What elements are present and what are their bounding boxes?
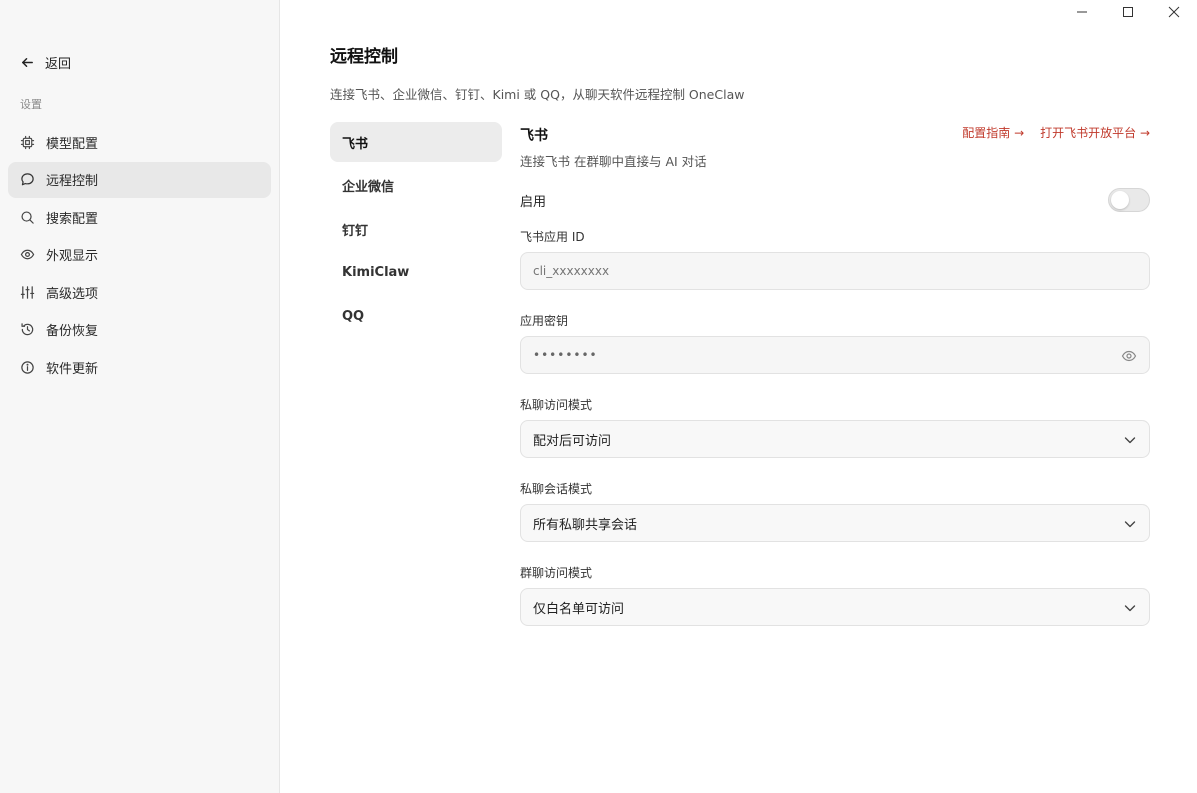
sidebar-item-software-update[interactable]: 软件更新 bbox=[8, 349, 271, 385]
platform-tab-feishu[interactable]: 飞书 bbox=[330, 122, 502, 162]
sidebar-item-advanced[interactable]: 高级选项 bbox=[8, 274, 271, 310]
group-access-value: 仅白名单可访问 bbox=[533, 601, 625, 617]
config-guide-link[interactable]: 配置指南 → bbox=[962, 124, 1024, 141]
settings-section-label: 设置 bbox=[20, 98, 42, 111]
dm-session-value: 所有私聊共享会话 bbox=[533, 517, 638, 533]
toggle-knob bbox=[1111, 191, 1129, 209]
app-secret-field-group: 应用密钥 •••••••• bbox=[520, 312, 1150, 374]
platform-tab-kimiclaw[interactable]: KimiClaw bbox=[330, 253, 502, 293]
dm-access-field-group: 私聊访问模式 配对后可访问 bbox=[520, 396, 1150, 458]
back-label: 返回 bbox=[45, 56, 72, 72]
search-icon bbox=[21, 210, 34, 224]
chevron-down-icon bbox=[1124, 437, 1136, 444]
sidebar-item-remote-control[interactable]: 远程控制 bbox=[8, 161, 271, 198]
sidebar-item-label: 高级选项 bbox=[46, 286, 99, 302]
open-feishu-platform-link[interactable]: 打开飞书开放平台 → bbox=[1040, 124, 1150, 141]
page-title: 远程控制 bbox=[330, 47, 398, 67]
panel-header: 飞书 连接飞书 在群聊中直接与 AI 对话 配置指南 → 打开飞书开放平台 → bbox=[520, 122, 1150, 170]
chat-bubble-icon bbox=[21, 173, 34, 186]
platform-tab-wecom[interactable]: 企业微信 bbox=[330, 166, 502, 206]
group-access-field-group: 群聊访问模式 仅白名单可访问 bbox=[520, 564, 1150, 626]
chevron-down-icon bbox=[1124, 521, 1136, 528]
app-secret-label: 应用密钥 bbox=[520, 314, 569, 328]
settings-nav: 模型配置 远程控制 搜索配置 外观显示 高级选项 备份恢复 软件更新 bbox=[8, 124, 271, 387]
sidebar-item-backup-restore[interactable]: 备份恢复 bbox=[8, 312, 271, 348]
app-window: 返回 设置 模型配置 远程控制 搜索配置 外观显示 高级选项 备份恢复 软件更新… bbox=[0, 0, 1197, 793]
dm-session-field-group: 私聊会话模式 所有私聊共享会话 bbox=[520, 480, 1150, 542]
app-id-input[interactable] bbox=[533, 264, 1093, 278]
dm-session-label: 私聊会话模式 bbox=[520, 482, 593, 496]
sidebar-item-label: 搜索配置 bbox=[46, 211, 99, 227]
app-id-label: 飞书应用 ID bbox=[520, 230, 585, 244]
panel-subtitle: 连接飞书 在群聊中直接与 AI 对话 bbox=[520, 154, 707, 169]
chevron-down-icon bbox=[1124, 605, 1136, 612]
enable-toggle[interactable] bbox=[1108, 188, 1150, 212]
dm-access-label: 私聊访问模式 bbox=[520, 398, 593, 412]
enable-label: 启用 bbox=[520, 195, 547, 210]
sidebar-item-search-config[interactable]: 搜索配置 bbox=[8, 199, 271, 235]
app-id-field[interactable] bbox=[520, 252, 1150, 290]
dm-access-value: 配对后可访问 bbox=[533, 433, 612, 449]
eye-icon bbox=[20, 249, 35, 260]
sidebar-item-model-config[interactable]: 模型配置 bbox=[8, 124, 271, 160]
enable-row: 启用 bbox=[520, 186, 1150, 226]
group-access-select[interactable]: 仅白名单可访问 bbox=[520, 588, 1150, 626]
history-icon bbox=[21, 323, 34, 336]
chip-icon bbox=[20, 135, 35, 149]
platform-list: 飞书 企业微信 钉钉 KimiClaw QQ bbox=[330, 122, 502, 340]
app-id-field-group: 飞书应用 ID bbox=[520, 228, 1150, 290]
back-button[interactable]: 返回 bbox=[20, 51, 71, 73]
sidebar-item-label: 软件更新 bbox=[46, 361, 99, 377]
group-access-label: 群聊访问模式 bbox=[520, 566, 593, 580]
sidebar-item-label: 外观显示 bbox=[46, 249, 99, 264]
platform-tab-dingtalk[interactable]: 钉钉 bbox=[330, 209, 502, 249]
sidebar-item-label: 备份恢复 bbox=[46, 324, 99, 339]
sidebar-item-appearance[interactable]: 外观显示 bbox=[8, 237, 271, 273]
page-description: 连接飞书、企业微信、钉钉、Kimi 或 QQ，从聊天软件远程控制 OneClaw bbox=[330, 87, 745, 102]
feishu-config-panel: 飞书 连接飞书 在群聊中直接与 AI 对话 配置指南 → 打开飞书开放平台 → … bbox=[520, 122, 1150, 648]
app-secret-value: •••••••• bbox=[533, 348, 598, 362]
sidebar-item-label: 远程控制 bbox=[46, 174, 99, 189]
dm-access-select[interactable]: 配对后可访问 bbox=[520, 420, 1150, 458]
panel-title: 飞书 bbox=[520, 128, 548, 144]
platform-tab-qq[interactable]: QQ bbox=[330, 296, 502, 336]
sidebar: 返回 设置 模型配置 远程控制 搜索配置 外观显示 高级选项 备份恢复 软件更新 bbox=[0, 0, 280, 793]
show-password-eye-icon[interactable] bbox=[1121, 348, 1137, 364]
dm-session-select[interactable]: 所有私聊共享会话 bbox=[520, 504, 1150, 542]
main-content: 远程控制 连接飞书、企业微信、钉钉、Kimi 或 QQ，从聊天软件远程控制 On… bbox=[280, 0, 1197, 793]
sliders-icon bbox=[20, 285, 35, 299]
arrow-left-icon bbox=[22, 57, 33, 67]
app-secret-field[interactable]: •••••••• bbox=[520, 336, 1150, 374]
panel-links: 配置指南 → 打开飞书开放平台 → bbox=[962, 124, 1150, 141]
info-icon bbox=[21, 360, 34, 374]
sidebar-item-label: 模型配置 bbox=[46, 136, 99, 152]
